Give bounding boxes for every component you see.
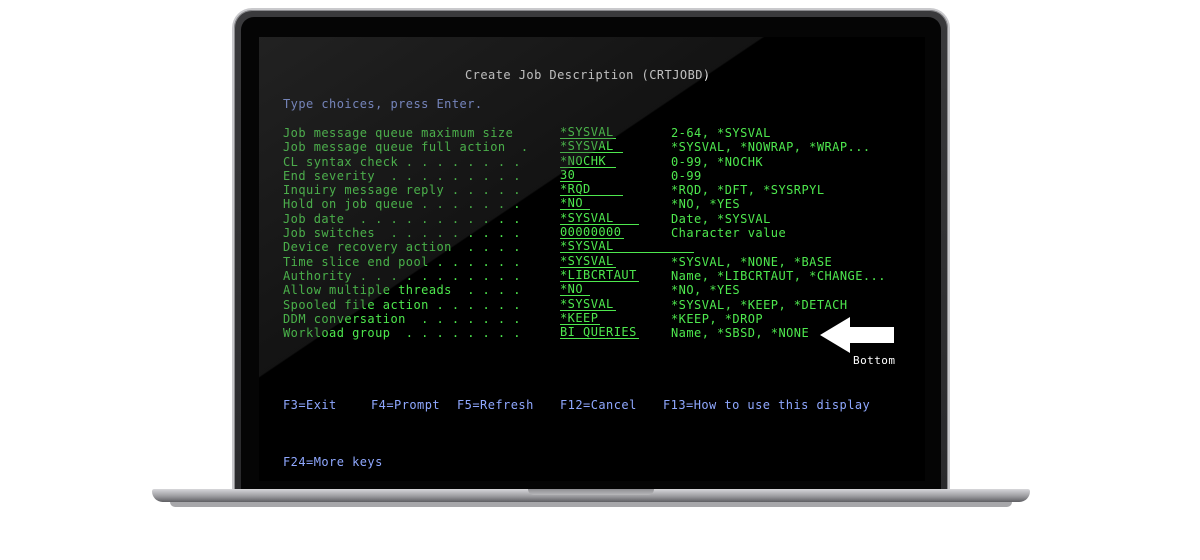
- parameter-label: Job message queue full action .: [283, 140, 529, 155]
- allowed-values-hint: Character value: [671, 226, 787, 241]
- terminal-screen[interactable]: Create Job Description (CRTJOBD) Type ch…: [259, 37, 925, 481]
- parameter-value-field[interactable]: *SYSVAL: [560, 298, 616, 311]
- allowed-values-hint: 2-64, *SYSVAL: [671, 126, 771, 140]
- function-key[interactable]: F13=How to use this display: [663, 398, 870, 412]
- allowed-values-hint: Date, *SYSVAL: [671, 211, 771, 226]
- function-key[interactable]: F3=Exit: [283, 398, 337, 412]
- allowed-values-hint: *KEEP, *DROP: [671, 311, 764, 326]
- parameter-label: Time slice end pool . . . . . .: [283, 254, 521, 269]
- parameter-label: Job message queue maximum size: [283, 126, 514, 140]
- parameter-label: Device recovery action . . . .: [283, 240, 521, 255]
- allowed-values-hint: *SYSVAL, *NOWRAP, *WRAP...: [671, 140, 871, 155]
- parameter-label: End severity . . . . . . . . .: [283, 168, 521, 183]
- parameter-value-field[interactable]: *NO: [560, 197, 590, 211]
- allowed-values-hint: Name, *LIBCRTAUT, *CHANGE...: [671, 268, 886, 283]
- allowed-values-hint: Name, *SBSD, *NONE: [671, 326, 810, 341]
- parameter-label: Allow multiple threads . . . .: [283, 283, 521, 298]
- function-key-row-2: F24=More keys: [283, 440, 382, 469]
- parameter-value-field[interactable]: *NO: [560, 283, 590, 297]
- allowed-values-hint: *SYSVAL, *KEEP, *DETACH: [671, 297, 848, 312]
- parameter-value-field[interactable]: BI_QUERIES: [560, 326, 639, 340]
- function-key[interactable]: F5=Refresh: [457, 398, 534, 412]
- allowed-values-hint: *NO, *YES: [671, 283, 741, 298]
- parameter-label: CL syntax check . . . . . . . .: [283, 154, 521, 169]
- allowed-values-hint: *RQD, *DFT, *SYSRPYL: [671, 183, 825, 198]
- parameter-value-field[interactable]: *KEEP: [560, 312, 600, 325]
- parameter-label: Job date . . . . . . . . . . .: [283, 211, 521, 226]
- parameter-value-field[interactable]: *SYSVAL: [560, 255, 616, 268]
- arrow-left-icon: [820, 317, 894, 353]
- parameter-value-field[interactable]: *NOCHK: [560, 155, 616, 168]
- parameter-value-field[interactable]: *SYSVAL: [560, 212, 639, 225]
- laptop-scene: Create Job Description (CRTJOBD) Type ch…: [0, 0, 1200, 560]
- instruction-prompt: Type choices, press Enter.: [283, 97, 483, 111]
- allowed-values-hint: *SYSVAL, *NONE, *BASE: [671, 254, 833, 269]
- parameter-value-field[interactable]: *SYSVAL: [560, 140, 623, 154]
- parameter-value-field[interactable]: 00000000: [560, 226, 624, 240]
- parameter-label: Hold on job queue . . . . . . .: [283, 197, 521, 212]
- parameter-label: Authority . . . . . . . . . . .: [283, 268, 521, 283]
- parameter-value-field[interactable]: 30: [560, 169, 582, 182]
- function-key-f24[interactable]: F24=More keys: [283, 455, 383, 469]
- terminal-text-area: Create Job Description (CRTJOBD) Type ch…: [259, 37, 925, 481]
- parameter-label: Workload group . . . . . . . .: [283, 326, 521, 341]
- function-key[interactable]: F12=Cancel: [560, 398, 637, 412]
- function-key[interactable]: F4=Prompt: [371, 398, 440, 412]
- allowed-values-hint: 0-99, *NOCHK: [671, 154, 764, 169]
- function-key-bar: F3=Exit F4=Prompt F5=Refresh F12=Cancel F13=…: [283, 369, 870, 481]
- parameter-value-field[interactable]: *SYSVAL: [560, 240, 694, 254]
- laptop-opening-notch: [528, 489, 654, 495]
- function-key-row-1: F3=Exit F4=Prompt F5=Refresh F12=Cancel F13=…: [283, 398, 870, 412]
- parameter-label: Inquiry message reply . . . . .: [283, 183, 521, 198]
- bottom-indicator: Bottom: [853, 354, 896, 367]
- parameter-value-field[interactable]: *LIBCRTAUT: [560, 269, 639, 282]
- parameter-value-field[interactable]: *SYSVAL: [560, 126, 616, 139]
- laptop-foot-shadow: [170, 502, 1012, 507]
- allowed-values-hint: 0-99: [671, 168, 702, 183]
- allowed-values-hint: *NO, *YES: [671, 197, 741, 212]
- parameter-value-field[interactable]: *RQD: [560, 183, 623, 197]
- parameter-label: DDM conversation . . . . . . .: [283, 311, 521, 326]
- parameter-label: Job switches . . . . . . . . .: [283, 226, 521, 241]
- parameter-label: Spooled file action . . . . . .: [283, 297, 521, 312]
- screen-title: Create Job Description (CRTJOBD): [465, 68, 711, 82]
